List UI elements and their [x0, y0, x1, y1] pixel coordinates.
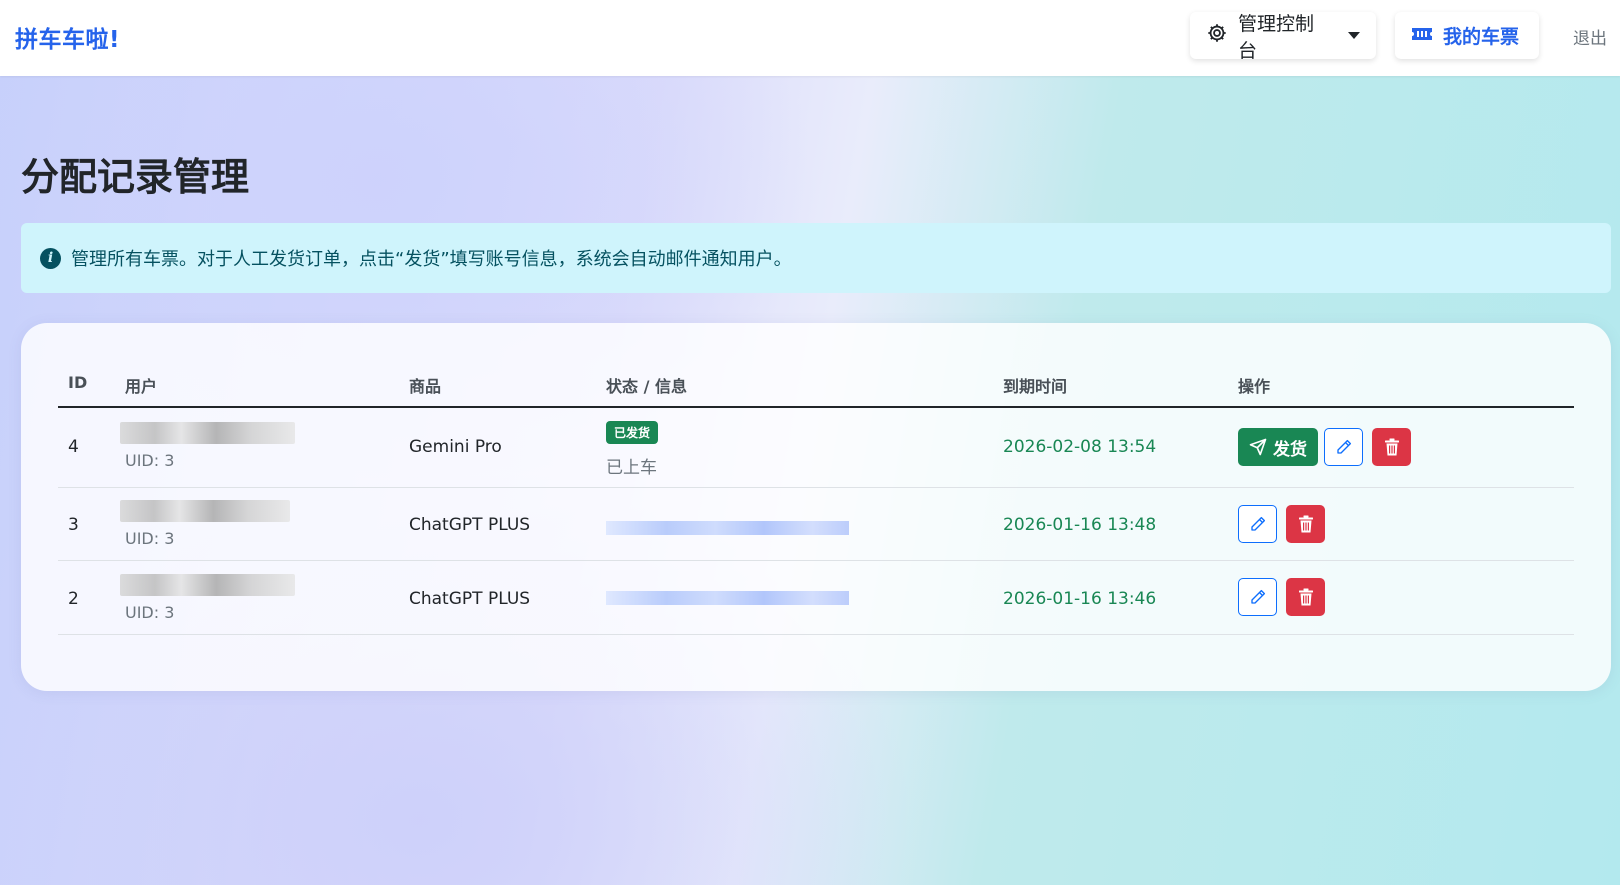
- redacted-account-info: [606, 521, 849, 535]
- row-expiry: 2026-01-16 13:46: [1003, 589, 1157, 609]
- status-badge-label: 已发货: [606, 421, 659, 444]
- header-product: 商品: [409, 377, 442, 396]
- logout-link[interactable]: 退出: [1573, 24, 1607, 49]
- redacted-account-info: [606, 591, 849, 605]
- header-id: ID: [68, 373, 88, 392]
- edit-button[interactable]: [1238, 505, 1277, 543]
- records-card: ID 用户 商品 状态 / 信息 到期时间 操作 4 UID: 3 Gemini…: [21, 323, 1611, 691]
- alert-text: 管理所有车票。对于人工发货订单，点击“发货”填写账号信息，系统会自动邮件通知用户…: [71, 249, 792, 270]
- info-icon: i: [40, 247, 61, 269]
- delete-button[interactable]: [1372, 428, 1411, 466]
- row-product: ChatGPT PLUS: [409, 589, 531, 609]
- ship-button[interactable]: 发货: [1238, 428, 1318, 466]
- page-title: 分配记录管理: [21, 155, 250, 199]
- delete-button[interactable]: [1286, 505, 1325, 543]
- row-product: Gemini Pro: [409, 437, 502, 457]
- row-product: ChatGPT PLUS: [409, 515, 531, 535]
- header-status: 状态 / 信息: [606, 377, 687, 396]
- caret-down-icon: [1348, 32, 1360, 39]
- redacted-username: [120, 422, 295, 444]
- ship-button-label: 发货: [1273, 439, 1307, 460]
- row-uid: UID: 3: [125, 529, 175, 548]
- redacted-username: [120, 500, 290, 522]
- my-tickets-button[interactable]: 我的车票: [1395, 12, 1539, 59]
- table-row: 3 UID: 3 ChatGPT PLUS 2026-01-16 13:48: [58, 488, 1574, 561]
- trash-icon: [1298, 588, 1314, 606]
- records-table: ID 用户 商品 状态 / 信息 到期时间 操作 4 UID: 3 Gemini…: [58, 353, 1574, 635]
- send-icon: [1249, 438, 1267, 456]
- header-user: 用户: [125, 377, 158, 396]
- status-badge: 已发货: [606, 421, 659, 444]
- pencil-icon: [1249, 588, 1267, 606]
- row-id: 2: [68, 589, 79, 609]
- gear-icon: [1206, 22, 1228, 49]
- admin-console-dropdown[interactable]: 管理控制台: [1190, 12, 1376, 62]
- ticket-icon: [1411, 25, 1433, 47]
- my-tickets-label: 我的车票: [1443, 26, 1520, 48]
- pencil-icon: [1335, 438, 1353, 456]
- status-note: 已上车: [606, 458, 657, 478]
- row-expiry: 2026-02-08 13:54: [1003, 437, 1157, 457]
- row-uid: UID: 3: [125, 451, 175, 470]
- edit-button[interactable]: [1238, 578, 1277, 616]
- brand-logo[interactable]: 拼车车啦!: [15, 20, 120, 54]
- table-header: ID 用户 商品 状态 / 信息 到期时间 操作: [58, 353, 1574, 408]
- row-uid: UID: 3: [125, 603, 175, 622]
- trash-icon: [1298, 515, 1314, 533]
- row-id: 3: [68, 515, 79, 535]
- edit-button[interactable]: [1324, 428, 1363, 466]
- admin-console-label: 管理控制台: [1238, 12, 1315, 62]
- table-row: 4 UID: 3 Gemini Pro 已发货 已上车 2026-02-08 1…: [58, 408, 1574, 488]
- delete-button[interactable]: [1286, 578, 1325, 616]
- row-expiry: 2026-01-16 13:48: [1003, 515, 1157, 535]
- table-row: 2 UID: 3 ChatGPT PLUS 2026-01-16 13:46: [58, 561, 1574, 635]
- pencil-icon: [1249, 515, 1267, 533]
- header-actions: 操作: [1238, 377, 1271, 396]
- navbar: 拼车车啦! 管理控制台 我的车票 退出: [0, 0, 1620, 76]
- row-id: 4: [68, 437, 79, 457]
- redacted-username: [120, 574, 295, 596]
- trash-icon: [1384, 438, 1400, 456]
- header-expiry: 到期时间: [1003, 377, 1068, 396]
- info-alert: i 管理所有车票。对于人工发货订单，点击“发货”填写账号信息，系统会自动邮件通知…: [21, 223, 1611, 293]
